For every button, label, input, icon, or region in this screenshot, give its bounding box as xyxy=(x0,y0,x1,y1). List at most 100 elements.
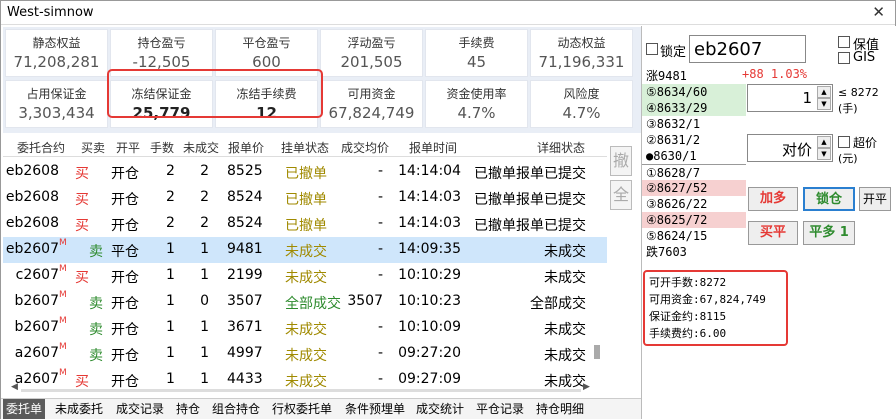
table-row[interactable]: c2607 M 买 开仓 1 1 2199 未成交 -10:10:29 未成交 xyxy=(3,263,607,289)
cancel-all-button[interactable]: 全 xyxy=(610,180,632,210)
bid-level[interactable]: ④8625/72 xyxy=(642,212,746,228)
cancel-order-button[interactable]: 撤 xyxy=(610,146,632,176)
tab-6[interactable]: 条件预埋单 xyxy=(342,399,408,419)
table-row[interactable]: eb2608 买 开仓 2 2 8525 已撤单 -14:14:04 已撤单报单已提交 xyxy=(3,159,607,185)
gis-label: GIS xyxy=(853,50,876,65)
quantity-stepper[interactable]: 1 ▲ ▼ xyxy=(747,84,833,112)
col-unfilled[interactable]: 未成交 xyxy=(183,139,219,156)
chevron-down-icon[interactable]: ▼ xyxy=(817,98,831,110)
cell-price: 3507 xyxy=(227,293,263,309)
bid-level[interactable]: ①8628/7 xyxy=(642,164,746,180)
tab-5[interactable]: 行权委托单 xyxy=(269,399,335,419)
quantity-value[interactable]: 1 xyxy=(802,89,812,107)
stat-label: 静态权益 xyxy=(32,36,81,50)
gis-checkbox[interactable] xyxy=(838,52,850,64)
lock-checkbox[interactable] xyxy=(646,43,658,55)
horizontal-scrollbar[interactable]: ◀ ▶ xyxy=(11,382,591,395)
cell-detail: 已撤单报单已提交 xyxy=(474,218,586,234)
chevron-down-icon[interactable]: ▼ xyxy=(817,148,831,160)
contract-input[interactable]: eb2607 xyxy=(689,35,806,63)
chevron-up-icon[interactable]: ▲ xyxy=(817,86,831,98)
stat-label: 资金使用率 xyxy=(446,87,507,101)
tab-1[interactable]: 未成委托 xyxy=(52,399,106,419)
stat-label: 冻结手续费 xyxy=(236,87,297,101)
scroll-track[interactable] xyxy=(21,389,581,392)
tab-9[interactable]: 持仓明细 xyxy=(533,399,587,419)
col-detail[interactable]: 详细状态 xyxy=(537,139,585,156)
ask-level[interactable]: ④8633/29 xyxy=(642,100,746,116)
vertical-scrollbar[interactable] xyxy=(593,159,601,379)
cell-side: 卖 xyxy=(89,322,103,338)
scroll-thumb[interactable] xyxy=(594,345,600,359)
ask-level[interactable]: ③8632/1 xyxy=(642,116,746,132)
bid-level[interactable]: ②8627/52 xyxy=(642,180,746,196)
cell-avg: - xyxy=(377,241,383,257)
stat-label: 冻结保证金 xyxy=(131,87,192,101)
stat-value: 201,505 xyxy=(340,53,403,71)
orders-table: 委托合约 买卖 开平 手数 未成交 报单价 挂单状态 成交均价 报单时间 详细状… xyxy=(3,137,607,393)
ask-level[interactable]: ⑤8634/60 xyxy=(642,84,746,100)
col-time[interactable]: 报单时间 xyxy=(409,139,457,156)
lock-position-button[interactable]: 锁仓 xyxy=(803,187,855,211)
col-openclose[interactable]: 开平 xyxy=(116,139,140,156)
scroll-right-icon[interactable]: ▶ xyxy=(583,382,590,392)
tab-0[interactable]: 委托单 xyxy=(3,399,46,419)
cell-side: 卖 xyxy=(89,244,103,260)
tab-4[interactable]: 组合持仓 xyxy=(209,399,263,419)
hedge-checkbox[interactable] xyxy=(838,36,850,48)
table-row[interactable]: b2607 M 卖开仓 1 0 3507 全部成交 3507 10:10:23 全部成交 xyxy=(3,289,607,315)
table-row[interactable]: eb2607 M 卖平仓 1 1 9481 未成交 -14:09:35 未成交 xyxy=(3,237,607,263)
cell-contract: eb2608 xyxy=(5,163,59,179)
cell-price: 9481 xyxy=(227,241,263,257)
cell-status: 未成交 xyxy=(285,270,327,286)
close-icon[interactable]: ✕ xyxy=(872,3,885,21)
chevron-up-icon[interactable]: ▲ xyxy=(817,136,831,148)
cell-time: 14:14:03 xyxy=(398,189,461,205)
cell-unfilled: 2 xyxy=(200,215,209,231)
ask-level[interactable]: ●8630/1 xyxy=(642,148,746,164)
col-qty[interactable]: 手数 xyxy=(150,139,174,156)
col-contract[interactable]: 委托合约 xyxy=(17,139,65,156)
cell-avg: - xyxy=(377,215,383,231)
col-price[interactable]: 报单价 xyxy=(228,139,264,156)
bid-level[interactable]: ③8626/22 xyxy=(642,196,746,212)
cell-status: 已撤单 xyxy=(285,166,327,182)
window-title: West-simnow xyxy=(7,5,94,20)
cell-qty: 1 xyxy=(166,293,175,309)
add-long-button[interactable]: 加多 xyxy=(748,187,798,211)
price-input[interactable]: 对价 ▲ ▼ xyxy=(747,134,833,162)
tab-7[interactable]: 成交统计 xyxy=(413,399,467,419)
price-type-value[interactable]: 对价 xyxy=(782,141,812,159)
stat-value: 600 xyxy=(252,53,281,71)
col-side[interactable]: 买卖 xyxy=(81,139,105,156)
cell-qty: 1 xyxy=(166,345,175,361)
col-status[interactable]: 挂单状态 xyxy=(281,139,329,156)
cell-contract: b2607 xyxy=(14,293,59,309)
main-contract-badge: M xyxy=(59,238,67,248)
cell-contract: c2607 xyxy=(15,267,59,283)
info-max-qty: 可开手数:8272 xyxy=(649,276,727,289)
bid-level[interactable]: ⑤8624/15 xyxy=(642,228,746,244)
close-long-button[interactable]: 平多 1 xyxy=(803,221,855,245)
main-contract-badge: M xyxy=(59,316,67,326)
cell-unfilled: 0 xyxy=(200,293,209,309)
table-row[interactable]: eb2608 买 开仓 2 2 8524 已撤单 -14:14:03 已撤单报单已提交 xyxy=(3,185,607,211)
table-row[interactable]: eb2608 买 开仓 2 2 8524 已撤单 -14:14:03 已撤单报单已提交 xyxy=(3,211,607,237)
open-close-button[interactable]: 开平 xyxy=(859,187,891,211)
tab-2[interactable]: 成交记录 xyxy=(113,399,167,419)
col-avg[interactable]: 成交均价 xyxy=(341,139,389,156)
table-header: 委托合约 买卖 开平 手数 未成交 报单价 挂单状态 成交均价 报单时间 详细状… xyxy=(3,137,607,157)
tab-3[interactable]: 持仓 xyxy=(173,399,203,419)
cell-price: 8525 xyxy=(227,163,263,179)
stat-label: 平仓盈亏 xyxy=(242,36,291,50)
tab-8[interactable]: 平仓记录 xyxy=(473,399,527,419)
side-buttons: 撤 全 xyxy=(610,146,634,214)
table-row[interactable]: a2607 M 卖开仓 1 1 4997 未成交 -09:27:20 未成交 xyxy=(3,341,607,367)
scroll-left-icon[interactable]: ◀ xyxy=(11,382,18,392)
title-bar: West-simnow ✕ xyxy=(1,1,895,25)
cell-time: 14:09:35 xyxy=(398,241,461,257)
super-price-checkbox[interactable] xyxy=(838,136,850,148)
table-row[interactable]: b2607 M 卖开仓 1 1 3671 未成交 -10:10:09 未成交 xyxy=(3,315,607,341)
ask-level[interactable]: ②8631/2 xyxy=(642,132,746,148)
buy-close-button[interactable]: 买平 xyxy=(748,221,798,245)
